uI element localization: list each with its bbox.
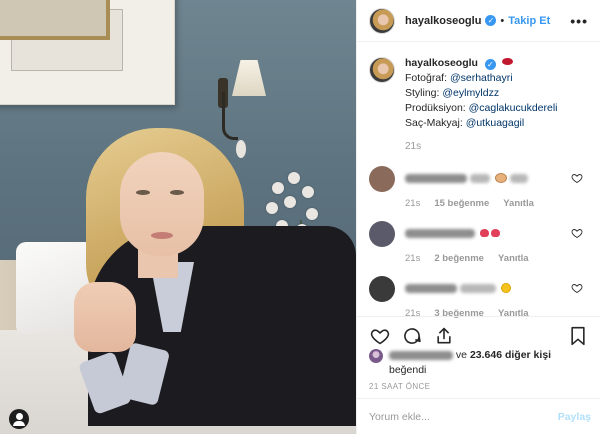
avatar[interactable] [369, 221, 395, 247]
caption-label: Styling: [405, 87, 443, 99]
follow-button[interactable]: Takip Et [508, 15, 550, 27]
header-username[interactable]: hayalkoseoglu [405, 15, 481, 27]
caption-label: Fotoğraf: [405, 72, 450, 84]
reply-button[interactable]: Yanıtla [498, 253, 529, 264]
caption-line: Prodüksiyon: @caglakucukdereli [405, 101, 558, 116]
post-timestamp[interactable]: 21 SAAT ÖNCE [369, 382, 430, 391]
comment-likes[interactable]: 2 beğenme [434, 253, 484, 264]
mention-link[interactable]: @serhathayri [450, 72, 513, 84]
heart-icon[interactable] [571, 172, 583, 184]
liked-by-connector: ve [455, 349, 470, 361]
mention-link[interactable]: @caglakucukdereli [469, 102, 558, 114]
liked-by: ve 23.646 diğer kişi beğendi [369, 348, 591, 378]
avatar[interactable] [369, 7, 395, 34]
blurred-comment-text [470, 173, 491, 183]
heart-emoji-icon [491, 229, 501, 238]
comment-input[interactable] [369, 410, 558, 423]
photo-picture-frame-small [0, 0, 110, 40]
more-options-icon[interactable]: ••• [570, 14, 588, 28]
caption-label: Saç-Makyaj: [405, 117, 466, 129]
heart-icon[interactable] [571, 282, 583, 294]
blurred-comment-text [460, 283, 497, 293]
comment-likes[interactable]: 15 beğenme [434, 198, 489, 209]
caption-timestamp[interactable]: 21s [357, 131, 600, 152]
blurred-username [405, 283, 457, 293]
likes-count[interactable]: 23.646 diğer kişi [470, 349, 551, 361]
caption-username[interactable]: hayalkoseoglu [405, 57, 478, 69]
blurred-username [405, 173, 467, 183]
blurred-username[interactable] [389, 350, 453, 360]
verified-badge-icon: ✓ [485, 15, 497, 26]
post-photo[interactable] [0, 0, 356, 434]
lips-emoji-icon [501, 58, 513, 65]
share-icon[interactable] [433, 325, 455, 347]
caption-line: Styling: @eylmyldzz [405, 86, 558, 101]
photo-lamp-arm [222, 92, 238, 140]
comment-item: 21s 15 beğenme Yanıtla [357, 166, 600, 221]
reply-button[interactable]: Yanıtla [503, 198, 534, 209]
heart-icon[interactable] [571, 227, 583, 239]
caption-line: Saç-Makyaj: @utkuagagil [405, 116, 558, 131]
avatar[interactable] [369, 166, 395, 192]
post-header: hayalkoseoglu ✓ • Takip Et ••• [357, 0, 600, 42]
blurred-comment-text [510, 173, 529, 183]
comment-item: 21s 2 beğenme Yanıtla [357, 221, 600, 276]
post-action-bar [357, 316, 600, 350]
comment-time[interactable]: 21s [405, 198, 420, 209]
emoji-icon [495, 173, 508, 184]
caption-text: hayalkoseoglu ✓ Fotoğraf: @serhathayri S… [405, 56, 558, 131]
photo-eye-left [136, 190, 150, 195]
caption-label: Prodüksiyon: [405, 102, 469, 114]
caption-line: Fotoğraf: @serhathayri [405, 71, 558, 86]
mention-link[interactable]: @eylmyldzz [442, 87, 499, 99]
comment-icon[interactable] [401, 325, 423, 347]
liked-by-verb: beğendi [389, 364, 427, 376]
post-comment-button[interactable]: Paylaş [558, 411, 591, 423]
header-dot-separator: • [500, 14, 505, 27]
blurred-username [405, 228, 475, 238]
verified-badge-icon: ✓ [484, 59, 496, 70]
post-caption: hayalkoseoglu ✓ Fotoğraf: @serhathayri S… [357, 42, 600, 131]
photo-lips [151, 232, 173, 239]
add-comment-bar: Paylaş [357, 398, 600, 434]
emoji-icon [501, 283, 512, 294]
profile-icon[interactable] [9, 409, 29, 429]
photo-eye-right [170, 190, 184, 195]
bookmark-icon[interactable] [567, 325, 589, 347]
photo-lamp-bulb [236, 140, 246, 158]
caption-avatar[interactable] [369, 57, 395, 83]
liked-by-avatar[interactable] [369, 349, 383, 363]
avatar[interactable] [369, 276, 395, 302]
mention-link[interactable]: @utkuagagil [466, 117, 525, 129]
heart-emoji-icon [480, 229, 490, 238]
comment-time[interactable]: 21s [405, 253, 420, 264]
photo-hands [74, 282, 136, 352]
photo-face [120, 152, 204, 256]
heart-icon[interactable] [369, 325, 391, 347]
post-side-panel: hayalkoseoglu ✓ • Takip Et ••• hayalkose… [356, 0, 600, 434]
